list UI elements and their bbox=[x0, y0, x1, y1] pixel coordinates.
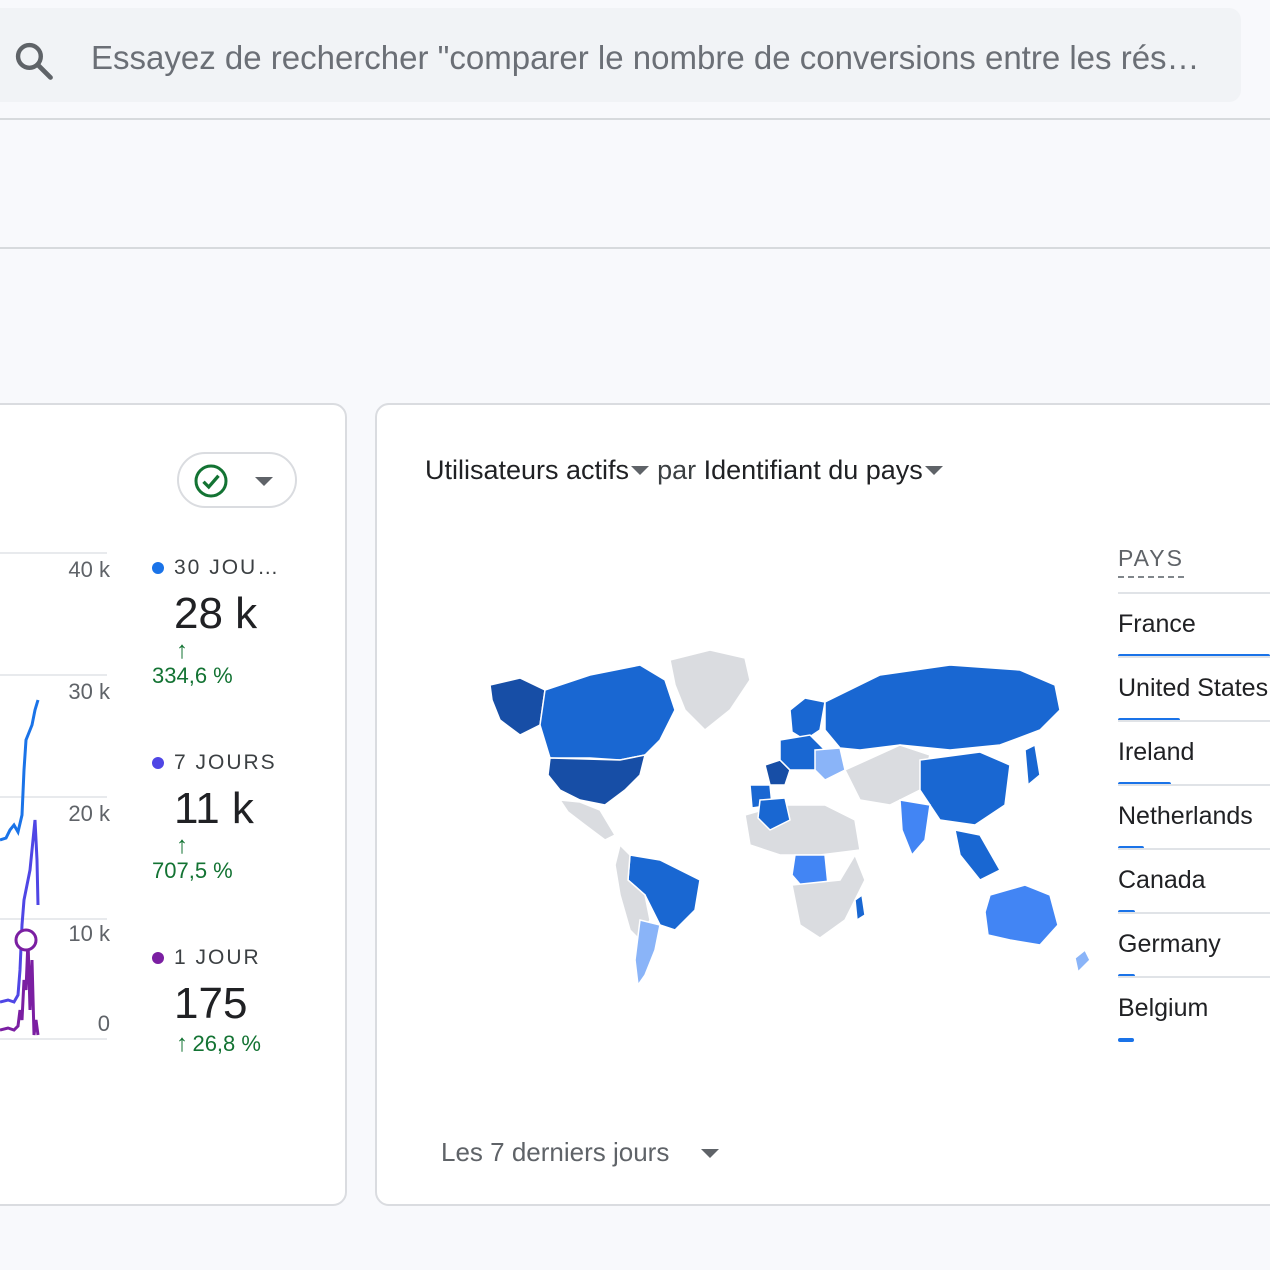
date-range-selector[interactable]: Les 7 derniers jours bbox=[441, 1137, 669, 1168]
map-region-argentina bbox=[634, 919, 661, 988]
map-region-russia bbox=[824, 664, 1061, 751]
map-region-greenland bbox=[669, 649, 751, 732]
y-axis-tick: 10 k bbox=[68, 921, 110, 946]
comparison-filter-button[interactable] bbox=[177, 452, 297, 508]
country-name: Netherlands bbox=[1118, 802, 1253, 830]
country-column-header[interactable]: PAYS bbox=[1118, 545, 1184, 578]
stat-7-days: 7 JOURS 11 k ↑ 707,5 % bbox=[152, 750, 277, 884]
check-circle-icon bbox=[194, 464, 228, 498]
country-name: Canada bbox=[1118, 866, 1206, 894]
search-input[interactable]: Essayez de rechercher "comparer le nombr… bbox=[91, 39, 1231, 77]
stat-label: 1 JOUR bbox=[174, 946, 261, 969]
stat-1-day: 1 JOUR 175 ↑ 26,8 % bbox=[152, 945, 261, 1057]
map-region-china bbox=[919, 751, 1011, 826]
y-axis-tick: 40 k bbox=[68, 557, 110, 582]
map-region-japan bbox=[1024, 743, 1041, 787]
map-region-eastern-europe bbox=[814, 747, 846, 781]
search-bar[interactable]: Essayez de rechercher "comparer le nombr… bbox=[0, 8, 1241, 102]
country-row[interactable]: Ireland bbox=[1118, 720, 1270, 786]
divider bbox=[0, 247, 1270, 249]
country-row[interactable]: Belgium bbox=[1118, 976, 1270, 1042]
hover-point-marker bbox=[14, 928, 38, 952]
country-row[interactable]: Germany bbox=[1118, 912, 1270, 978]
country-row[interactable]: Netherlands bbox=[1118, 784, 1270, 850]
stat-delta: 334,6 % bbox=[152, 663, 233, 688]
country-name: Belgium bbox=[1118, 994, 1209, 1022]
realtime-line-chart bbox=[0, 699, 40, 1036]
title-connector: par bbox=[657, 455, 697, 485]
chevron-down-icon bbox=[255, 477, 273, 486]
country-name: France bbox=[1118, 610, 1196, 638]
world-map[interactable] bbox=[480, 640, 1100, 990]
y-axis-tick: 0 bbox=[97, 1011, 110, 1036]
series-30-days-line bbox=[0, 699, 40, 842]
divider bbox=[0, 118, 1270, 120]
country-name: Ireland bbox=[1118, 738, 1195, 766]
metric-selector[interactable]: Utilisateurs actifs bbox=[425, 455, 629, 485]
map-region-australia bbox=[984, 884, 1059, 946]
map-region-mexico bbox=[558, 799, 617, 841]
map-region-central-asia bbox=[843, 744, 931, 806]
stat-value: 175 bbox=[174, 979, 248, 1028]
stat-delta: 707,5 % bbox=[152, 858, 233, 883]
y-axis-tick: 30 k bbox=[68, 679, 110, 704]
country-name: Germany bbox=[1118, 930, 1221, 958]
arrow-up-icon: ↑ bbox=[176, 832, 188, 859]
map-region-madagascar bbox=[854, 893, 866, 922]
stat-value: 28 k bbox=[174, 589, 258, 638]
arrow-up-icon: ↑ bbox=[176, 1030, 188, 1057]
series-dot bbox=[152, 757, 164, 769]
chevron-down-icon[interactable] bbox=[701, 1149, 719, 1158]
country-row[interactable]: France bbox=[1118, 592, 1270, 658]
map-region-united-states bbox=[547, 754, 647, 806]
date-range-label: Les 7 derniers jours bbox=[441, 1137, 670, 1167]
stat-30-days: 30 JOU… 28 k ↑ 334,6 % bbox=[152, 555, 280, 689]
map-region-southeast-asia bbox=[954, 829, 1002, 881]
map-region-new-zealand bbox=[1074, 948, 1091, 974]
country-name: United States bbox=[1118, 674, 1269, 702]
map-region-india bbox=[899, 799, 931, 857]
series-dot bbox=[152, 562, 164, 574]
dimension-selector[interactable]: Identifiant du pays bbox=[704, 455, 923, 485]
arrow-up-icon: ↑ bbox=[176, 637, 188, 664]
stat-delta: 26,8 % bbox=[192, 1031, 261, 1056]
stat-label: 7 JOURS bbox=[174, 751, 277, 774]
map-region-canada bbox=[539, 664, 676, 761]
map-region-scandinavia bbox=[789, 697, 826, 741]
country-share-bar bbox=[1118, 1038, 1134, 1042]
stat-value: 11 k bbox=[174, 784, 254, 833]
stat-label: 30 JOU… bbox=[174, 556, 281, 579]
map-region-alaska bbox=[489, 677, 546, 736]
series-dot bbox=[152, 952, 164, 964]
map-card-title: Utilisateurs actifs par Identifiant du pa… bbox=[425, 455, 943, 486]
country-row[interactable]: Canada bbox=[1118, 848, 1270, 914]
chevron-down-icon[interactable] bbox=[924, 466, 943, 475]
y-axis-tick: 20 k bbox=[68, 801, 110, 826]
chevron-down-icon[interactable] bbox=[631, 466, 650, 475]
country-row[interactable]: United States bbox=[1118, 656, 1270, 722]
search-icon bbox=[15, 42, 53, 80]
